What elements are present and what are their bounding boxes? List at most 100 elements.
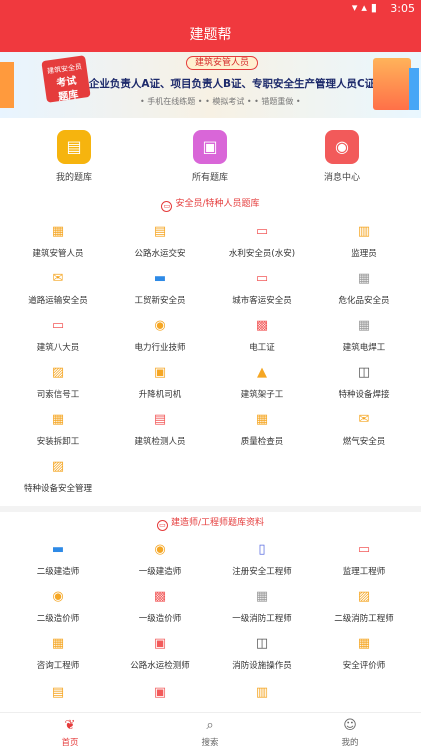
- ticket-icon: ▭: [255, 271, 269, 286]
- exam-category-label: 一级消防工程师: [232, 614, 292, 624]
- exam-category-label: 道路运输安全员: [28, 296, 88, 306]
- exam-category-label: 监理员: [351, 249, 377, 259]
- exam-category-item[interactable]: ✉ 燃气安全员: [314, 412, 414, 447]
- exam-category-item[interactable]: ▤: [8, 685, 108, 701]
- exam-category-label: 二级消防工程师: [334, 614, 394, 624]
- exam-category-item[interactable]: ▦ 危化品安全员: [314, 271, 414, 306]
- exam-category-item[interactable]: ▨ 特种设备安全管理: [8, 459, 108, 494]
- exam-category-item[interactable]: ▥ 监理员: [314, 224, 414, 259]
- image-icon: ▨: [51, 365, 65, 380]
- tab-label: 搜索: [201, 738, 219, 748]
- exam-category-item[interactable]: ▦ 建筑电焊工: [314, 318, 414, 353]
- exam-category-item[interactable]: ◫ 消防设施操作员: [212, 636, 312, 671]
- exam-category-label: 安全评价师: [342, 661, 386, 671]
- ticket-icon: ▭: [51, 318, 65, 333]
- section-title-safety: ▭ 安全员/特种人员题库: [0, 196, 421, 212]
- sprout-icon: ❦: [64, 718, 76, 733]
- exam-category-item[interactable]: ▭ 建筑八大员: [8, 318, 108, 353]
- exam-category-item[interactable]: ▨ 司索信号工: [8, 365, 108, 400]
- exam-category-label: 电力行业技师: [134, 343, 186, 353]
- grid-icon: ▦: [357, 636, 371, 651]
- folder-icon: ▬: [153, 271, 167, 286]
- banner-decoration-right-stripe: [409, 68, 419, 110]
- banner-subtitle: • 手机在线练题 • • 模拟考试 • • 错题重做 •: [140, 97, 301, 106]
- folder-icon: ▬: [51, 542, 65, 557]
- exam-category-item[interactable]: ▦ 建筑安管人员: [8, 224, 108, 259]
- quick-link-my-bank[interactable]: ▤ 我的题库: [34, 130, 114, 183]
- person-bell-icon: ◉: [325, 130, 359, 164]
- promo-banner[interactable]: 建筑安全员 考试 题库 建筑安管人员 企业负责人A证、项目负责人B证、专职安全生…: [0, 52, 421, 118]
- exam-category-item[interactable]: ▣ 升降机司机: [110, 365, 210, 400]
- exam-category-label: 司索信号工: [36, 390, 80, 400]
- exam-category-item[interactable]: ▩ 一级造价师: [110, 589, 210, 624]
- exam-category-item[interactable]: ▩ 电工证: [212, 318, 312, 353]
- exam-category-label: 建筑检测人员: [134, 437, 186, 447]
- image-icon: ▨: [51, 459, 65, 474]
- exam-category-label: 注册安全工程师: [232, 567, 292, 577]
- ticket-icon: ▭: [357, 542, 371, 557]
- section-title-text: 安全员/特种人员题库: [175, 199, 260, 209]
- card-icon: ▣: [153, 365, 167, 380]
- exam-category-label: 咨询工程师: [36, 661, 80, 671]
- exam-category-item[interactable]: ▯ 注册安全工程师: [212, 542, 312, 577]
- mail-icon: ✉: [52, 271, 64, 286]
- exam-category-label: 危化品安全员: [338, 296, 390, 306]
- exam-category-item[interactable]: ▦ 安全评价师: [314, 636, 414, 671]
- exam-category-item[interactable]: ▬ 工贸新安全员: [110, 271, 210, 306]
- exam-category-label: 工贸新安全员: [134, 296, 186, 306]
- exam-category-item[interactable]: ▦ 质量检查员: [212, 412, 312, 447]
- quick-links: ▤ 我的题库 ▣ 所有题库 ◉ 消息中心: [0, 130, 421, 186]
- exam-category-label: 监理工程师: [342, 567, 386, 577]
- tab-search[interactable]: ⌕ 搜索: [180, 718, 240, 748]
- exam-category-label: 建筑电焊工: [342, 343, 386, 353]
- grid-icon: ▦: [51, 224, 65, 239]
- exam-category-label: 消防设施操作员: [232, 661, 292, 671]
- exam-category-item[interactable]: ◫ 特种设备焊接: [314, 365, 414, 400]
- coin-icon: ◉: [52, 589, 64, 604]
- tab-home[interactable]: ❦ 首页: [40, 718, 100, 748]
- exam-category-item[interactable]: ▭ 城市客运安全员: [212, 271, 312, 306]
- book-icon: ◫: [255, 636, 269, 651]
- banner-decoration-left: [0, 62, 14, 108]
- exam-category-item[interactable]: ◉ 二级造价师: [8, 589, 108, 624]
- exam-category-item[interactable]: ◉ 电力行业技师: [110, 318, 210, 353]
- status-icons: ▾▴▮: [351, 1, 381, 14]
- app-title: 建题帮: [189, 27, 232, 43]
- search-icon: ⌕: [206, 718, 214, 733]
- bottom-tab-bar: ❦ 首页 ⌕ 搜索 ☺ 我的: [0, 712, 421, 750]
- exam-category-item[interactable]: ▭ 水利安全员(水安): [212, 224, 312, 259]
- document-icon: ▤: [153, 412, 167, 427]
- coin-icon: ◉: [154, 542, 166, 557]
- tab-label: 我的: [341, 738, 359, 748]
- exam-category-item[interactable]: ◉ 一级建造师: [110, 542, 210, 577]
- exam-category-item[interactable]: ▨ 二级消防工程师: [314, 589, 414, 624]
- grid-book-icon: ▣: [193, 130, 227, 164]
- document-icon: ▤: [51, 685, 65, 700]
- exam-category-item[interactable]: ▦ 咨询工程师: [8, 636, 108, 671]
- exam-category-item[interactable]: ✉ 道路运输安全员: [8, 271, 108, 306]
- exam-category-item[interactable]: ▦ 安装拆卸工: [8, 412, 108, 447]
- quick-link-label: 所有题库: [191, 173, 228, 183]
- exam-category-item[interactable]: ▦ 一级消防工程师: [212, 589, 312, 624]
- exam-category-item[interactable]: ▤ 公路水运交安: [110, 224, 210, 259]
- exam-category-item[interactable]: ▥: [212, 685, 312, 701]
- exam-category-item[interactable]: ▬ 二级建造师: [8, 542, 108, 577]
- exam-category-label: 二级建造师: [36, 567, 80, 577]
- clipboard-icon: ▥: [357, 224, 371, 239]
- exam-category-item[interactable]: ▤ 建筑检测人员: [110, 412, 210, 447]
- exam-category-item[interactable]: ▣: [110, 685, 210, 701]
- bookmark-icon: ▤: [57, 130, 91, 164]
- building-icon: ▯: [258, 542, 266, 557]
- exam-category-item[interactable]: ▣ 公路水运检测师: [110, 636, 210, 671]
- grid-icon: ▦: [255, 412, 269, 427]
- quick-link-messages[interactable]: ◉ 消息中心: [302, 130, 382, 183]
- grid-icon: ▦: [51, 636, 65, 651]
- exam-category-label: 一级造价师: [138, 614, 182, 624]
- exam-category-label: 公路水运交安: [134, 249, 186, 259]
- quick-link-all-banks[interactable]: ▣ 所有题库: [170, 130, 250, 183]
- card-icon: ▣: [153, 685, 167, 700]
- exam-category-item[interactable]: ▭ 监理工程师: [314, 542, 414, 577]
- exam-category-item[interactable]: ▲ 建筑架子工: [212, 365, 312, 400]
- exam-category-label: 建筑安管人员: [32, 249, 84, 259]
- tab-profile[interactable]: ☺ 我的: [320, 718, 380, 748]
